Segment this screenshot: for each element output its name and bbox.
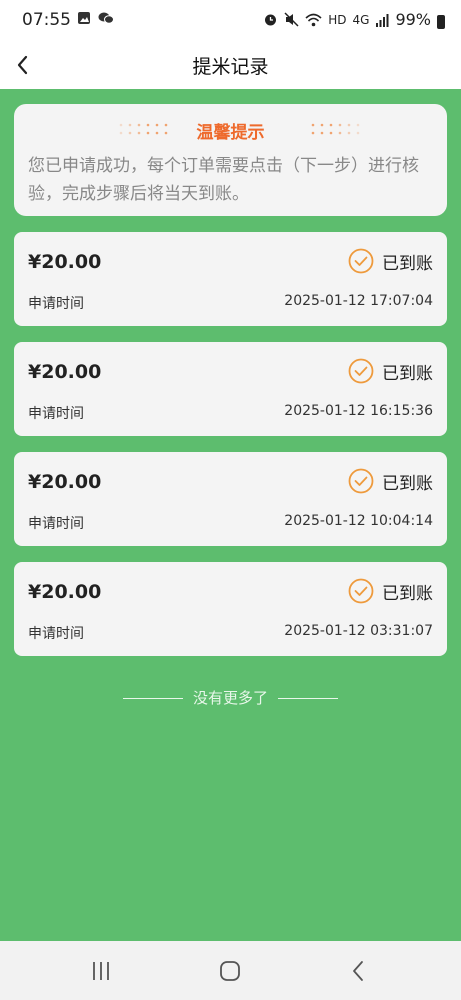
tip-title-row: 温馨提示 bbox=[14, 118, 447, 143]
recent-apps-button[interactable] bbox=[86, 957, 116, 985]
home-icon bbox=[220, 961, 240, 981]
record-time-label: 申请时间 bbox=[28, 516, 84, 532]
no-more-indicator: 没有更多了 bbox=[0, 687, 461, 708]
tip-title: 温馨提示 bbox=[196, 123, 265, 143]
record-card[interactable]: ¥20.00 已到账 申请时间 2025-01-12 10:04:14 bbox=[14, 452, 447, 546]
record-card[interactable]: ¥20.00 已到账 申请时间 2025-01-12 03:31:07 bbox=[14, 562, 447, 656]
record-status: 已到账 bbox=[348, 468, 433, 494]
check-circle-icon bbox=[348, 468, 374, 494]
record-status: 已到账 bbox=[348, 578, 433, 604]
record-status: 已到账 bbox=[348, 358, 433, 384]
notification-icons bbox=[77, 11, 115, 29]
page-header: 提米记录 bbox=[0, 42, 461, 89]
tip-text: 您已申请成功，每个订单需要点击（下一步）进行核验，完成步骤后将当天到账。 bbox=[28, 156, 419, 204]
recent-apps-icon bbox=[93, 962, 109, 980]
record-amount: ¥20.00 bbox=[28, 471, 102, 493]
record-status-label: 已到账 bbox=[382, 253, 433, 274]
signal-icon bbox=[376, 13, 389, 27]
divider-line bbox=[122, 698, 183, 699]
divider-line bbox=[278, 698, 338, 699]
status-right: HD 4G 99% bbox=[263, 10, 445, 29]
check-circle-icon bbox=[348, 578, 374, 604]
record-time: 2025-01-12 03:31:07 bbox=[284, 623, 433, 639]
wechat-icon bbox=[98, 12, 115, 24]
back-arrow-icon bbox=[353, 961, 363, 981]
record-card[interactable]: ¥20.00 已到账 申请时间 2025-01-12 17:07:04 bbox=[14, 232, 447, 326]
record-amount: ¥20.00 bbox=[28, 581, 102, 603]
no-more-text: 没有更多了 bbox=[192, 689, 268, 707]
check-circle-icon bbox=[348, 358, 374, 384]
wifi-icon bbox=[305, 13, 322, 26]
dots-decoration-left bbox=[119, 123, 168, 135]
battery-percent: 99% bbox=[395, 10, 431, 29]
record-card[interactable]: ¥20.00 已到账 申请时间 2025-01-12 16:15:36 bbox=[14, 342, 447, 436]
record-time: 2025-01-12 17:07:04 bbox=[284, 293, 433, 309]
record-status-label: 已到账 bbox=[382, 583, 433, 604]
hd-label: HD bbox=[328, 12, 347, 27]
record-status: 已到账 bbox=[348, 248, 433, 274]
check-circle-icon bbox=[348, 248, 374, 274]
page-title: 提米记录 bbox=[192, 56, 269, 78]
system-nav-bar bbox=[0, 941, 461, 1000]
record-amount: ¥20.00 bbox=[28, 361, 102, 383]
dots-decoration-right bbox=[311, 123, 360, 135]
record-time: 2025-01-12 10:04:14 bbox=[284, 513, 433, 529]
record-status-label: 已到账 bbox=[382, 473, 433, 494]
home-button[interactable] bbox=[215, 957, 245, 985]
record-status-label: 已到账 bbox=[382, 363, 433, 384]
status-bar: 07:55 HD 4G 99% bbox=[0, 0, 461, 42]
battery-icon bbox=[437, 14, 445, 29]
record-amount: ¥20.00 bbox=[28, 251, 102, 273]
gallery-icon bbox=[78, 12, 90, 24]
alarm-icon bbox=[265, 14, 277, 26]
network-label: 4G bbox=[352, 12, 370, 27]
tip-card: 温馨提示 您已申请成功，每个订单需要点击（下一步）进行核验，完成步骤后将当天到账… bbox=[14, 104, 447, 216]
record-time: 2025-01-12 16:15:36 bbox=[284, 403, 433, 419]
record-time-label: 申请时间 bbox=[28, 406, 84, 422]
record-time-label: 申请时间 bbox=[28, 626, 84, 642]
mute-icon bbox=[284, 12, 299, 27]
record-time-label: 申请时间 bbox=[28, 296, 84, 312]
main-content: 温馨提示 您已申请成功，每个订单需要点击（下一步）进行核验，完成步骤后将当天到账… bbox=[0, 89, 461, 941]
status-time: 07:55 bbox=[22, 10, 71, 30]
system-back-button[interactable] bbox=[343, 957, 373, 985]
